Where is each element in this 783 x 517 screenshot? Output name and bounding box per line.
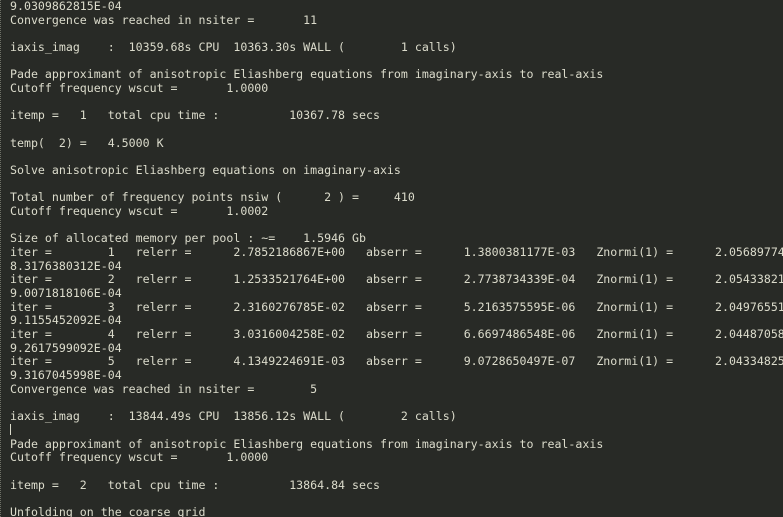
terminal-line: Cutoff frequency wscut = 1.0000 xyxy=(10,451,783,465)
terminal-line: Pade approximant of anisotropic Eliashbe… xyxy=(10,438,783,452)
terminal-line-text: Cutoff frequency wscut = 1.0000 xyxy=(10,451,269,465)
terminal-line-text: 9.2617599092E-04 xyxy=(10,341,122,355)
terminal-line-text: Pade approximant of anisotropic Eliashbe… xyxy=(10,68,604,82)
terminal-line: iaxis_imag : 13844.49s CPU 13856.12s WAL… xyxy=(10,410,783,424)
terminal-line-text: iter = 3 relerr = 2.3160276785E-02 abser… xyxy=(10,300,783,314)
terminal-blank-line xyxy=(10,423,783,438)
terminal-line-text: temp( 2) = 4.5000 K xyxy=(10,136,164,150)
terminal-line: Size of allocated memory per pool : ~= 1… xyxy=(10,232,783,246)
terminal-line-text: itemp = 2 total cpu time : 13864.84 secs xyxy=(10,478,380,492)
terminal-line-text: Cutoff frequency wscut = 1.0002 xyxy=(10,205,269,219)
terminal-line: Unfolding on the coarse grid xyxy=(10,506,783,517)
text-cursor xyxy=(10,423,11,435)
terminal-line: 9.2617599092E-04 xyxy=(10,342,783,356)
terminal-line: Solve anisotropic Eliashberg equations o… xyxy=(10,164,783,178)
terminal-line-text: itemp = 1 total cpu time : 10367.78 secs xyxy=(10,109,380,123)
terminal-line: itemp = 1 total cpu time : 10367.78 secs xyxy=(10,109,783,123)
terminal-line-text: 9.3167045998E-04 xyxy=(10,369,122,383)
terminal-line: 9.3167045998E-04 xyxy=(10,369,783,383)
terminal-line: 8.3176380312E-04 xyxy=(10,260,783,274)
terminal-line: Convergence was reached in nsiter = 5 xyxy=(10,383,783,397)
terminal-line-text: 8.3176380312E-04 xyxy=(10,259,122,273)
terminal-line: Cutoff frequency wscut = 1.0002 xyxy=(10,205,783,219)
terminal-line-text: Convergence was reached in nsiter = 11 xyxy=(10,13,318,27)
terminal-line-text: Size of allocated memory per pool : ~= 1… xyxy=(10,232,366,246)
terminal-line-text: iaxis_imag : 10359.68s CPU 10363.30s WAL… xyxy=(10,41,457,55)
terminal-line: iter = 1 relerr = 2.7852186867E+00 abser… xyxy=(10,246,783,260)
terminal-line-text: 9.1155452092E-04 xyxy=(10,314,122,328)
terminal-line-text: iter = 5 relerr = 4.1349224691E-03 abser… xyxy=(10,355,783,369)
terminal-line: Cutoff frequency wscut = 1.0000 xyxy=(10,82,783,96)
terminal-output-area[interactable]: 9.0309862815E-04 Convergence was reached … xyxy=(1,0,783,517)
terminal-line: iter = 4 relerr = 3.0316004258E-02 abser… xyxy=(10,328,783,342)
terminal-line: Pade approximant of anisotropic Eliashbe… xyxy=(10,68,783,82)
terminal-line: 9.1155452092E-04 xyxy=(10,314,783,328)
terminal-line: iter = 5 relerr = 4.1349224691E-03 abser… xyxy=(10,355,783,369)
terminal-line: itemp = 2 total cpu time : 13864.84 secs xyxy=(10,479,783,493)
terminal-line: Convergence was reached in nsiter = 11 xyxy=(10,14,783,28)
terminal-line-text: Cutoff frequency wscut = 1.0000 xyxy=(10,82,269,96)
terminal-line-text: Convergence was reached in nsiter = 5 xyxy=(10,382,318,396)
terminal-line: iaxis_imag : 10359.68s CPU 10363.30s WAL… xyxy=(10,41,783,55)
terminal-line-text: iter = 4 relerr = 3.0316004258E-02 abser… xyxy=(10,328,783,342)
terminal-line: Total number of frequency points nsiw ( … xyxy=(10,191,783,205)
terminal-window[interactable]: 9.0309862815E-04 Convergence was reached … xyxy=(0,0,783,517)
terminal-line: iter = 2 relerr = 1.2533521764E+00 abser… xyxy=(10,273,783,287)
terminal-line: 9.0071818106E-04 xyxy=(10,287,783,301)
terminal-line-text: Total number of frequency points nsiw ( … xyxy=(10,191,415,205)
terminal-line-text: Unfolding on the coarse grid xyxy=(10,505,206,517)
terminal-line: iter = 3 relerr = 2.3160276785E-02 abser… xyxy=(10,301,783,315)
terminal-line-text: iter = 2 relerr = 1.2533521764E+00 abser… xyxy=(10,273,783,287)
terminal-line-text: 9.0071818106E-04 xyxy=(10,287,122,301)
terminal-line: 9.0309862815E-04 xyxy=(10,0,783,14)
terminal-line: temp( 2) = 4.5000 K xyxy=(10,137,783,151)
terminal-line-text: Solve anisotropic Eliashberg equations o… xyxy=(10,164,401,178)
terminal-line-text: 9.0309862815E-04 xyxy=(10,0,122,13)
terminal-line-text: iter = 1 relerr = 2.7852186867E+00 abser… xyxy=(10,246,783,260)
terminal-line-text: iaxis_imag : 13844.49s CPU 13856.12s WAL… xyxy=(10,410,457,424)
terminal-line-text: Pade approximant of anisotropic Eliashbe… xyxy=(10,437,604,451)
